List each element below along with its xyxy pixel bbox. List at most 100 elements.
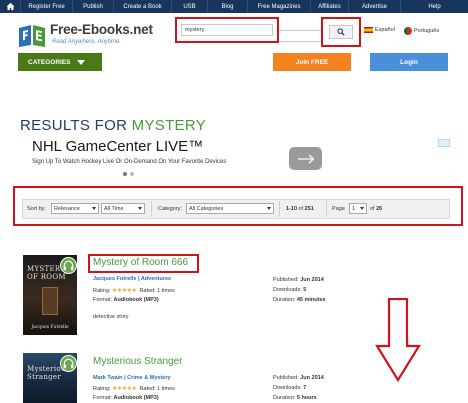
ad-subtitle: Sign Up To Watch Hockey Live Or On-Deman… [32,159,227,165]
ad-next-button[interactable] [289,147,322,170]
category-link[interactable]: Adventures [141,276,171,282]
book-published-1: Published: Jun 2014 [273,277,324,283]
headphones-icon [60,355,77,372]
nav-create-a-book[interactable]: Create a Book [113,0,171,13]
nav-publish[interactable]: Publish [72,0,113,13]
search-input[interactable] [181,24,273,36]
results-range: 1-10 [286,206,298,212]
results-total: 251 [304,206,314,212]
time-select-value: All Time [104,205,124,212]
rating-label: Rating: [93,386,111,392]
author-link[interactable]: Mark Twain [93,375,123,381]
downloads-value: 5 [303,287,307,293]
carousel-dot-active[interactable] [123,172,127,176]
book-rating-1: Rating: ★★★★★ Rated: 1 times [93,287,175,294]
format-value: Audiobook (MP3) [113,297,159,303]
arrow-down-icon [375,298,421,382]
downloads-value: 7 [303,385,307,391]
divider [151,201,152,217]
book-author-1: Jacques Futrelle | Adventures [93,276,172,282]
category-label: Category: [158,206,182,212]
downloads-label: Downloads: [273,385,302,391]
logo-tagline: Read Anywhere. Anytime. [52,39,121,45]
arrow-right-icon [297,154,314,163]
home-icon[interactable] [0,0,20,13]
search-icon [337,28,345,36]
rating-label: Rating: [93,288,111,294]
page-total-value: 26 [376,206,383,212]
search-button-highlight-box [321,17,361,47]
nav-help[interactable]: Help [400,0,468,13]
category-link[interactable]: Crime & Mystery [127,375,170,381]
results-of-word: of [298,206,304,212]
divider [326,201,327,217]
book-title-1[interactable]: Mystery of Room 666 [93,257,188,268]
nav-blog[interactable]: Blog [207,0,247,13]
ad-title[interactable]: NHL GameCenter LIVE™ [32,138,203,155]
search-highlight-box [175,17,279,43]
chevron-down-icon [138,207,142,210]
category-select[interactable]: All Categories [186,203,274,214]
results-prefix: RESULTS FOR [20,117,128,134]
book-format-2: Format: Audiobook (MP3) [93,395,159,401]
downloads-label: Downloads: [273,287,302,293]
search-button[interactable] [329,25,353,39]
format-label: Format: [93,297,112,303]
page-of-word: of [370,206,375,212]
ad-carousel-dots [123,172,134,176]
sort-select[interactable]: Relevance [51,203,99,214]
book-title-2[interactable]: Mysterious Stranger [93,356,182,367]
page-select[interactable]: 1 [349,203,367,214]
rated-count: Rated: 1 times [139,288,175,294]
book-author-2: Mark Twain | Crime & Mystery [93,375,171,381]
published-label: Published: [273,375,299,381]
page-label: Page [332,206,345,212]
category-select-value: All Categories [189,205,224,212]
format-label: Format: [93,395,112,401]
time-select[interactable]: All Time [101,203,145,214]
duration-label: Duration: [273,395,296,401]
author-link[interactable]: Jacques Futrelle [93,276,136,282]
ad-choices-icon[interactable] [438,139,450,147]
duration-value: 5 hours [296,395,317,401]
language-portuguese[interactable]: Português [404,27,439,35]
book-format-1: Format: Audiobook (MP3) [93,297,159,303]
language-portuguese-label: Português [414,28,440,34]
categories-button[interactable]: CATEGORIES [18,53,102,71]
book-duration-1: Duration: 45 minutes [273,297,326,303]
nav-usb[interactable]: USB [171,0,207,13]
divider [279,201,280,217]
published-value: Jun 2014 [300,375,324,381]
nav-advertise[interactable]: Advertise [348,0,400,13]
results-count: 1-10 of 251 [286,206,314,212]
book-downloads-1: Downloads: 5 [273,287,306,293]
chevron-down-icon [267,207,271,210]
search-field-extension[interactable] [279,30,321,42]
book-logo-icon [19,25,45,47]
rating-stars: ★★★★★ [111,288,137,294]
nav-free-magazines[interactable]: Free Magazines [247,0,310,13]
site-logo[interactable]: Free-Ebooks.net Read Anywhere. Anytime. [18,18,158,52]
nav-affiliates[interactable]: Affiliates [310,0,348,13]
join-free-button[interactable]: Join FREE [273,53,351,71]
results-keyword: MYSTERY [131,117,207,134]
carousel-dot[interactable] [130,172,134,176]
language-spanish[interactable]: Español [364,27,395,33]
cover-author: Jacques Futrelle [31,325,69,330]
door-illustration [42,287,58,315]
rated-count: Rated: 1 times [139,386,175,392]
book-duration-2: Duration: 5 hours [273,395,317,401]
language-spanish-label: Español [375,27,395,33]
results-heading: RESULTS FOR MYSTERY [20,117,206,134]
nav-register-free[interactable]: Register Free [20,0,72,13]
login-button[interactable]: Login [370,53,448,71]
caret-down-icon [76,59,85,65]
top-nav-bar: Register Free Publish Create a Book USB … [0,0,468,13]
published-value: Jun 2014 [300,277,324,283]
page-total: of 26 [370,206,382,212]
categories-label: CATEGORIES [28,58,71,66]
format-value: Audiobook (MP3) [113,395,159,401]
headphones-icon [60,257,77,274]
sort-select-value: Relevance [54,205,80,212]
sort-label: Sort by: [27,206,46,212]
